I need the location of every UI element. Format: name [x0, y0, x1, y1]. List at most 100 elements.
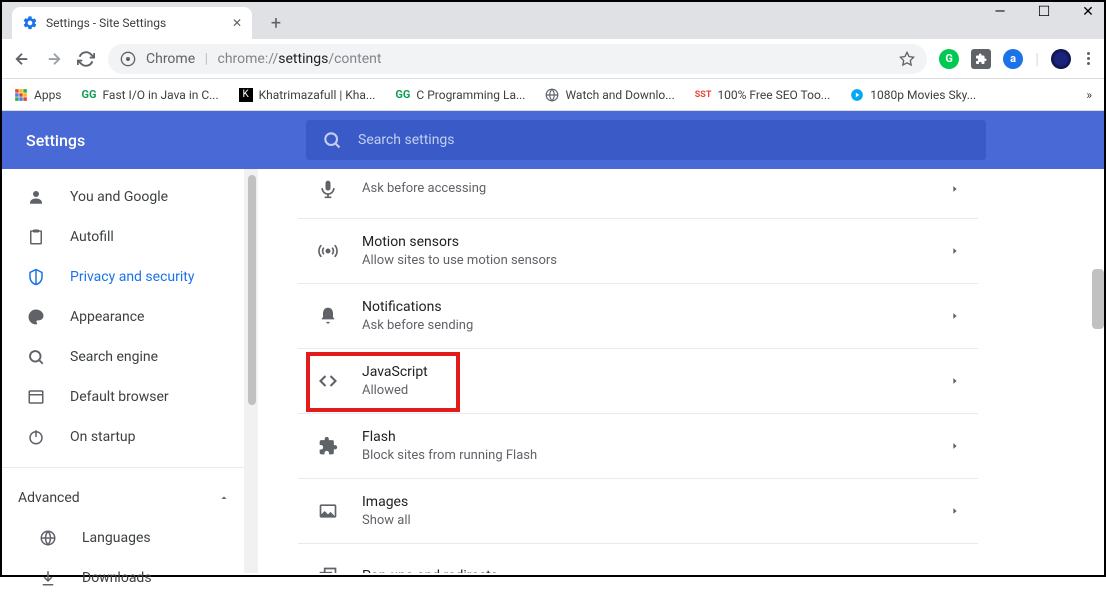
- tab-title: Settings - Site Settings: [46, 16, 166, 30]
- page-title: Settings: [26, 131, 306, 150]
- favicon-gfg-icon: GG: [82, 88, 97, 101]
- shield-icon: [26, 268, 46, 286]
- favicon-play-icon: [850, 88, 864, 102]
- extension-a-icon[interactable]: a: [1003, 49, 1023, 69]
- minimize-button[interactable]: —: [990, 4, 1010, 20]
- bookmark-apps[interactable]: Apps: [14, 88, 62, 102]
- setting-images[interactable]: Images Show all: [298, 479, 978, 544]
- close-window-button[interactable]: ✕: [1078, 4, 1098, 20]
- chevron-up-icon: [218, 492, 230, 504]
- setting-microphone[interactable]: Ask before accessing: [298, 169, 978, 219]
- sidebar-item-you-and-google[interactable]: You and Google: [2, 177, 258, 217]
- palette-icon: [26, 308, 46, 326]
- bookmark-bar: Apps GGFast I/O in Java in C... KKhatrim…: [2, 79, 1104, 111]
- extension-icons: G a |: [939, 48, 1094, 69]
- browser-tab[interactable]: Settings - Site Settings ✕: [12, 7, 252, 39]
- new-tab-button[interactable]: +: [262, 9, 290, 37]
- clipboard-icon: [26, 228, 46, 246]
- favicon-sst-icon: SST: [695, 90, 712, 100]
- back-button[interactable]: [12, 49, 32, 69]
- chevron-right-icon: [950, 311, 960, 321]
- favicon-globe-icon: [545, 88, 559, 102]
- close-tab-icon[interactable]: ✕: [232, 16, 242, 30]
- site-info-icon[interactable]: [120, 51, 136, 67]
- favicon-gfg-icon: GG: [395, 88, 410, 101]
- setting-motion-sensors[interactable]: Motion sensors Allow sites to use motion…: [298, 219, 978, 284]
- window-controls: — ☐ ✕: [990, 4, 1098, 20]
- bookmark-star-icon[interactable]: [899, 51, 915, 67]
- setting-text: Pop-ups and redirects: [362, 566, 928, 573]
- sidebar: You and Google Autofill Privacy and secu…: [2, 169, 258, 573]
- page-scrollbar-thumb[interactable]: [1092, 269, 1104, 329]
- settings-list: Ask before accessing Motion sensors Allo…: [298, 169, 978, 573]
- search-icon: [26, 348, 46, 366]
- bookmark-item[interactable]: GGFast I/O in Java in C...: [82, 88, 219, 102]
- setting-text: Motion sensors Allow sites to use motion…: [362, 232, 928, 270]
- forward-button[interactable]: [44, 49, 64, 69]
- sidebar-item-advanced[interactable]: Advanced: [2, 478, 258, 518]
- download-icon: [38, 569, 58, 587]
- search-input[interactable]: [358, 132, 970, 148]
- content-area: You and Google Autofill Privacy and secu…: [2, 169, 1104, 573]
- url-text: Chrome | chrome://settings/content: [146, 51, 381, 67]
- chevron-right-icon: [950, 506, 960, 516]
- scrollbar-thumb[interactable]: [248, 175, 256, 405]
- sidebar-scrollbar[interactable]: [244, 169, 258, 573]
- url-bar[interactable]: Chrome | chrome://settings/content: [108, 44, 927, 74]
- setting-text: Flash Block sites from running Flash: [362, 427, 928, 465]
- setting-flash[interactable]: Flash Block sites from running Flash: [298, 414, 978, 479]
- main-content: Ask before accessing Motion sensors Allo…: [258, 169, 1104, 573]
- sidebar-item-autofill[interactable]: Autofill: [2, 217, 258, 257]
- extension-puzzle-icon[interactable]: [971, 49, 991, 69]
- sidebar-item-languages[interactable]: Languages: [2, 518, 258, 558]
- reload-button[interactable]: [76, 49, 96, 69]
- bell-icon: [316, 306, 340, 326]
- bookmark-item[interactable]: KKhatrimazafull | Kha...: [239, 88, 376, 102]
- kebab-menu[interactable]: [1083, 48, 1094, 69]
- sensors-icon: [316, 241, 340, 261]
- sidebar-item-appearance[interactable]: Appearance: [2, 297, 258, 337]
- power-icon: [26, 428, 46, 446]
- setting-text: JavaScript Allowed: [362, 362, 928, 400]
- search-icon: [322, 130, 342, 150]
- profile-avatar[interactable]: [1051, 49, 1071, 69]
- chevron-right-icon: [950, 246, 960, 256]
- person-icon: [26, 188, 46, 206]
- globe-icon: [38, 529, 58, 547]
- setting-javascript[interactable]: JavaScript Allowed: [298, 349, 978, 414]
- sidebar-item-search-engine[interactable]: Search engine: [2, 337, 258, 377]
- setting-text: Images Show all: [362, 492, 928, 530]
- setting-notifications[interactable]: Notifications Ask before sending: [298, 284, 978, 349]
- maximize-button[interactable]: ☐: [1034, 4, 1054, 20]
- chevron-right-icon: [950, 571, 960, 573]
- bookmark-item[interactable]: Watch and Downlo...: [545, 88, 674, 102]
- browser-icon: [26, 388, 46, 406]
- puzzle-icon: [316, 436, 340, 456]
- bookmark-overflow-icon[interactable]: »: [1086, 88, 1092, 102]
- titlebar: Settings - Site Settings ✕ + — ☐ ✕: [2, 2, 1104, 39]
- bookmark-item[interactable]: 1080p Movies Sky...: [850, 88, 976, 102]
- sidebar-item-downloads[interactable]: Downloads: [2, 558, 258, 598]
- code-icon: [316, 371, 340, 391]
- bookmark-item[interactable]: SST100% Free SEO Too...: [695, 88, 831, 102]
- chevron-right-icon: [950, 376, 960, 386]
- settings-header: Settings: [2, 111, 1104, 169]
- search-settings[interactable]: [306, 120, 986, 160]
- setting-text: Notifications Ask before sending: [362, 297, 928, 335]
- sidebar-item-privacy[interactable]: Privacy and security: [2, 257, 258, 297]
- gear-icon: [22, 15, 38, 31]
- chevron-right-icon: [950, 441, 960, 451]
- chevron-right-icon: [950, 184, 960, 194]
- sidebar-item-default-browser[interactable]: Default browser: [2, 377, 258, 417]
- divider: [2, 467, 258, 468]
- favicon-k-icon: K: [239, 88, 253, 102]
- microphone-icon: [316, 179, 340, 199]
- popup-icon: [316, 566, 340, 573]
- bookmark-item[interactable]: GGC Programming La...: [395, 88, 525, 102]
- extension-grammarly-icon[interactable]: G: [939, 49, 959, 69]
- setting-text: Ask before accessing: [362, 180, 928, 198]
- apps-grid-icon: [14, 88, 28, 102]
- toolbar: Chrome | chrome://settings/content G a |: [2, 39, 1104, 79]
- setting-popups[interactable]: Pop-ups and redirects: [298, 544, 978, 573]
- sidebar-item-on-startup[interactable]: On startup: [2, 417, 258, 457]
